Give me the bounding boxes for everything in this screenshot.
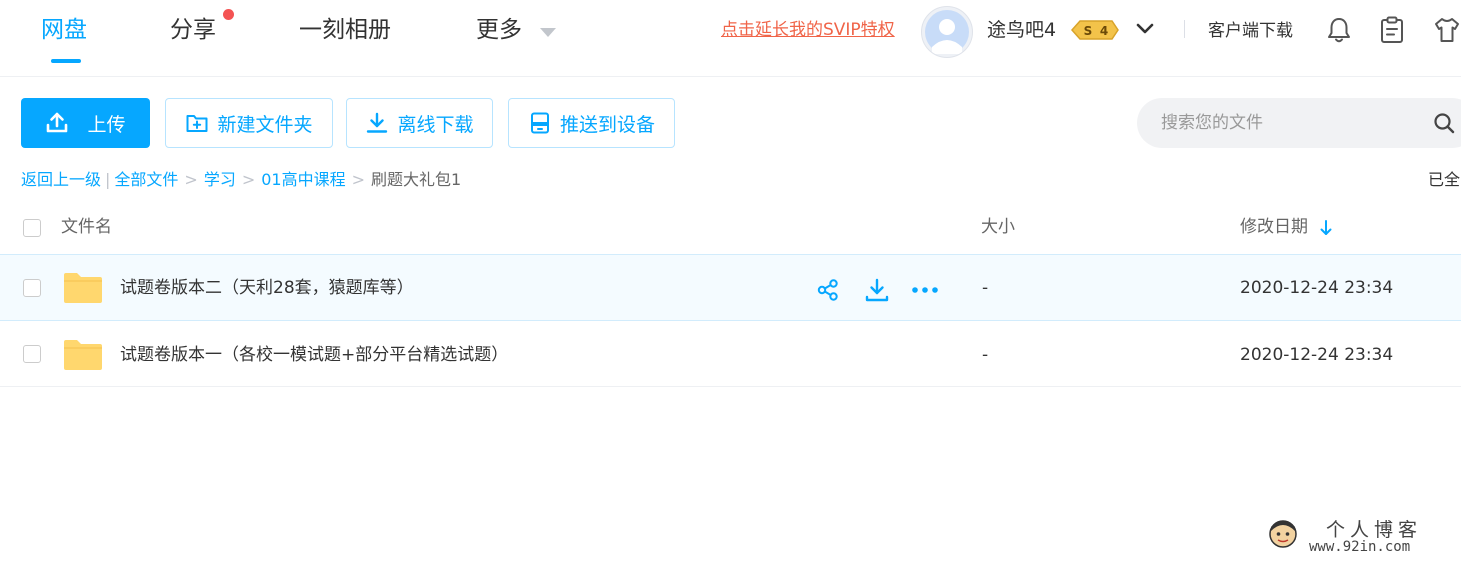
top-nav-bar: 网盘 分享 一刻相册 更多 点击延长我的SVIP特权 途鸟吧4 S 4 客户端下…: [0, 0, 1461, 77]
breadcrumb-item[interactable]: 01高中课程: [261, 170, 345, 189]
loaded-status-text: 已全: [1428, 170, 1461, 189]
file-modified-date: 2020-12-24 23:34: [1240, 278, 1394, 298]
notification-dot: [223, 9, 234, 20]
new-folder-button[interactable]: 新建文件夹: [165, 98, 333, 148]
tshirt-icon[interactable]: [1433, 16, 1461, 44]
push-to-device-button[interactable]: 推送到设备: [508, 98, 675, 148]
chevron-down-icon[interactable]: [1134, 17, 1156, 39]
select-all-checkbox[interactable]: [23, 219, 41, 237]
file-name[interactable]: 试题卷版本一（各校一模试题+部分平台精选试题）: [120, 343, 508, 367]
user-avatar-icon: [925, 10, 969, 54]
username[interactable]: 途鸟吧4: [987, 17, 1056, 43]
client-download-link[interactable]: 客户端下载: [1208, 20, 1293, 42]
new-folder-icon: [186, 115, 208, 132]
breadcrumb-separator: >: [241, 170, 256, 189]
table-row[interactable]: 试题卷版本二（天利28套，猿题库等） - 2020-12-24 23:34: [0, 254, 1461, 321]
file-size: -: [982, 345, 989, 365]
search-input[interactable]: [1159, 98, 1423, 148]
upload-icon: [47, 112, 68, 133]
offline-download-button[interactable]: 离线下载: [346, 98, 493, 148]
row-checkbox[interactable]: [23, 345, 41, 363]
breadcrumb-current: 刷题大礼包1: [371, 170, 462, 189]
svip-promo-link[interactable]: 点击延长我的SVIP特权: [721, 19, 895, 41]
watermark-logo-icon: [1269, 520, 1297, 548]
folder-icon: [64, 273, 102, 303]
upload-button[interactable]: 上传: [21, 98, 150, 148]
breadcrumb: 返回上一级 | 全部文件 > 学习 >01高中课程 > 刷题大礼包1: [21, 169, 461, 191]
folder-icon: [64, 340, 102, 370]
more-options-icon[interactable]: [911, 285, 939, 295]
search-icon[interactable]: [1433, 112, 1455, 134]
watermark-url: www.92in.com: [1309, 539, 1411, 555]
table-row[interactable]: 试题卷版本一（各校一模试题+部分平台精选试题） - 2020-12-24 23:…: [0, 321, 1461, 387]
active-tab-indicator: [51, 59, 81, 63]
tab-album[interactable]: 一刻相册: [299, 14, 391, 46]
row-checkbox[interactable]: [23, 279, 41, 297]
file-size: -: [982, 278, 989, 298]
breadcrumb-item[interactable]: 全部文件: [114, 170, 178, 189]
clipboard-icon[interactable]: [1379, 16, 1405, 44]
tab-netdisk[interactable]: 网盘: [41, 14, 87, 46]
svip-level-badge[interactable]: S 4: [1068, 18, 1120, 42]
column-header-modified[interactable]: 修改日期: [1240, 215, 1308, 239]
download-icon: [367, 112, 388, 133]
breadcrumb-divider: |: [105, 170, 111, 189]
back-link[interactable]: 返回上一级: [21, 170, 101, 189]
new-folder-button-label: 新建文件夹: [217, 113, 313, 136]
upload-button-label: 上传: [87, 113, 126, 136]
svip-badge-letter: S: [1084, 24, 1093, 38]
avatar[interactable]: [921, 6, 973, 58]
sort-desc-icon[interactable]: [1319, 219, 1333, 237]
tab-share[interactable]: 分享: [170, 14, 216, 46]
offline-download-button-label: 离线下载: [397, 113, 474, 136]
column-header-size[interactable]: 大小: [981, 215, 1015, 239]
breadcrumb-separator: >: [184, 170, 198, 189]
download-icon[interactable]: [864, 277, 890, 303]
tab-more[interactable]: 更多: [476, 14, 522, 46]
svip-badge-level: 4: [1100, 24, 1108, 38]
search-box: [1137, 98, 1461, 148]
column-header-name[interactable]: 文件名: [61, 215, 112, 239]
divider: [1184, 20, 1185, 38]
device-icon: [530, 112, 549, 134]
breadcrumb-separator: >: [351, 170, 366, 189]
file-modified-date: 2020-12-24 23:34: [1240, 345, 1394, 365]
breadcrumb-item[interactable]: 学习: [204, 170, 236, 189]
file-name[interactable]: 试题卷版本二（天利28套，猿题库等）: [120, 276, 414, 300]
share-icon[interactable]: [816, 278, 840, 302]
bell-icon[interactable]: [1326, 16, 1352, 44]
chevron-down-icon[interactable]: [540, 28, 556, 37]
push-to-device-button-label: 推送到设备: [559, 113, 655, 136]
